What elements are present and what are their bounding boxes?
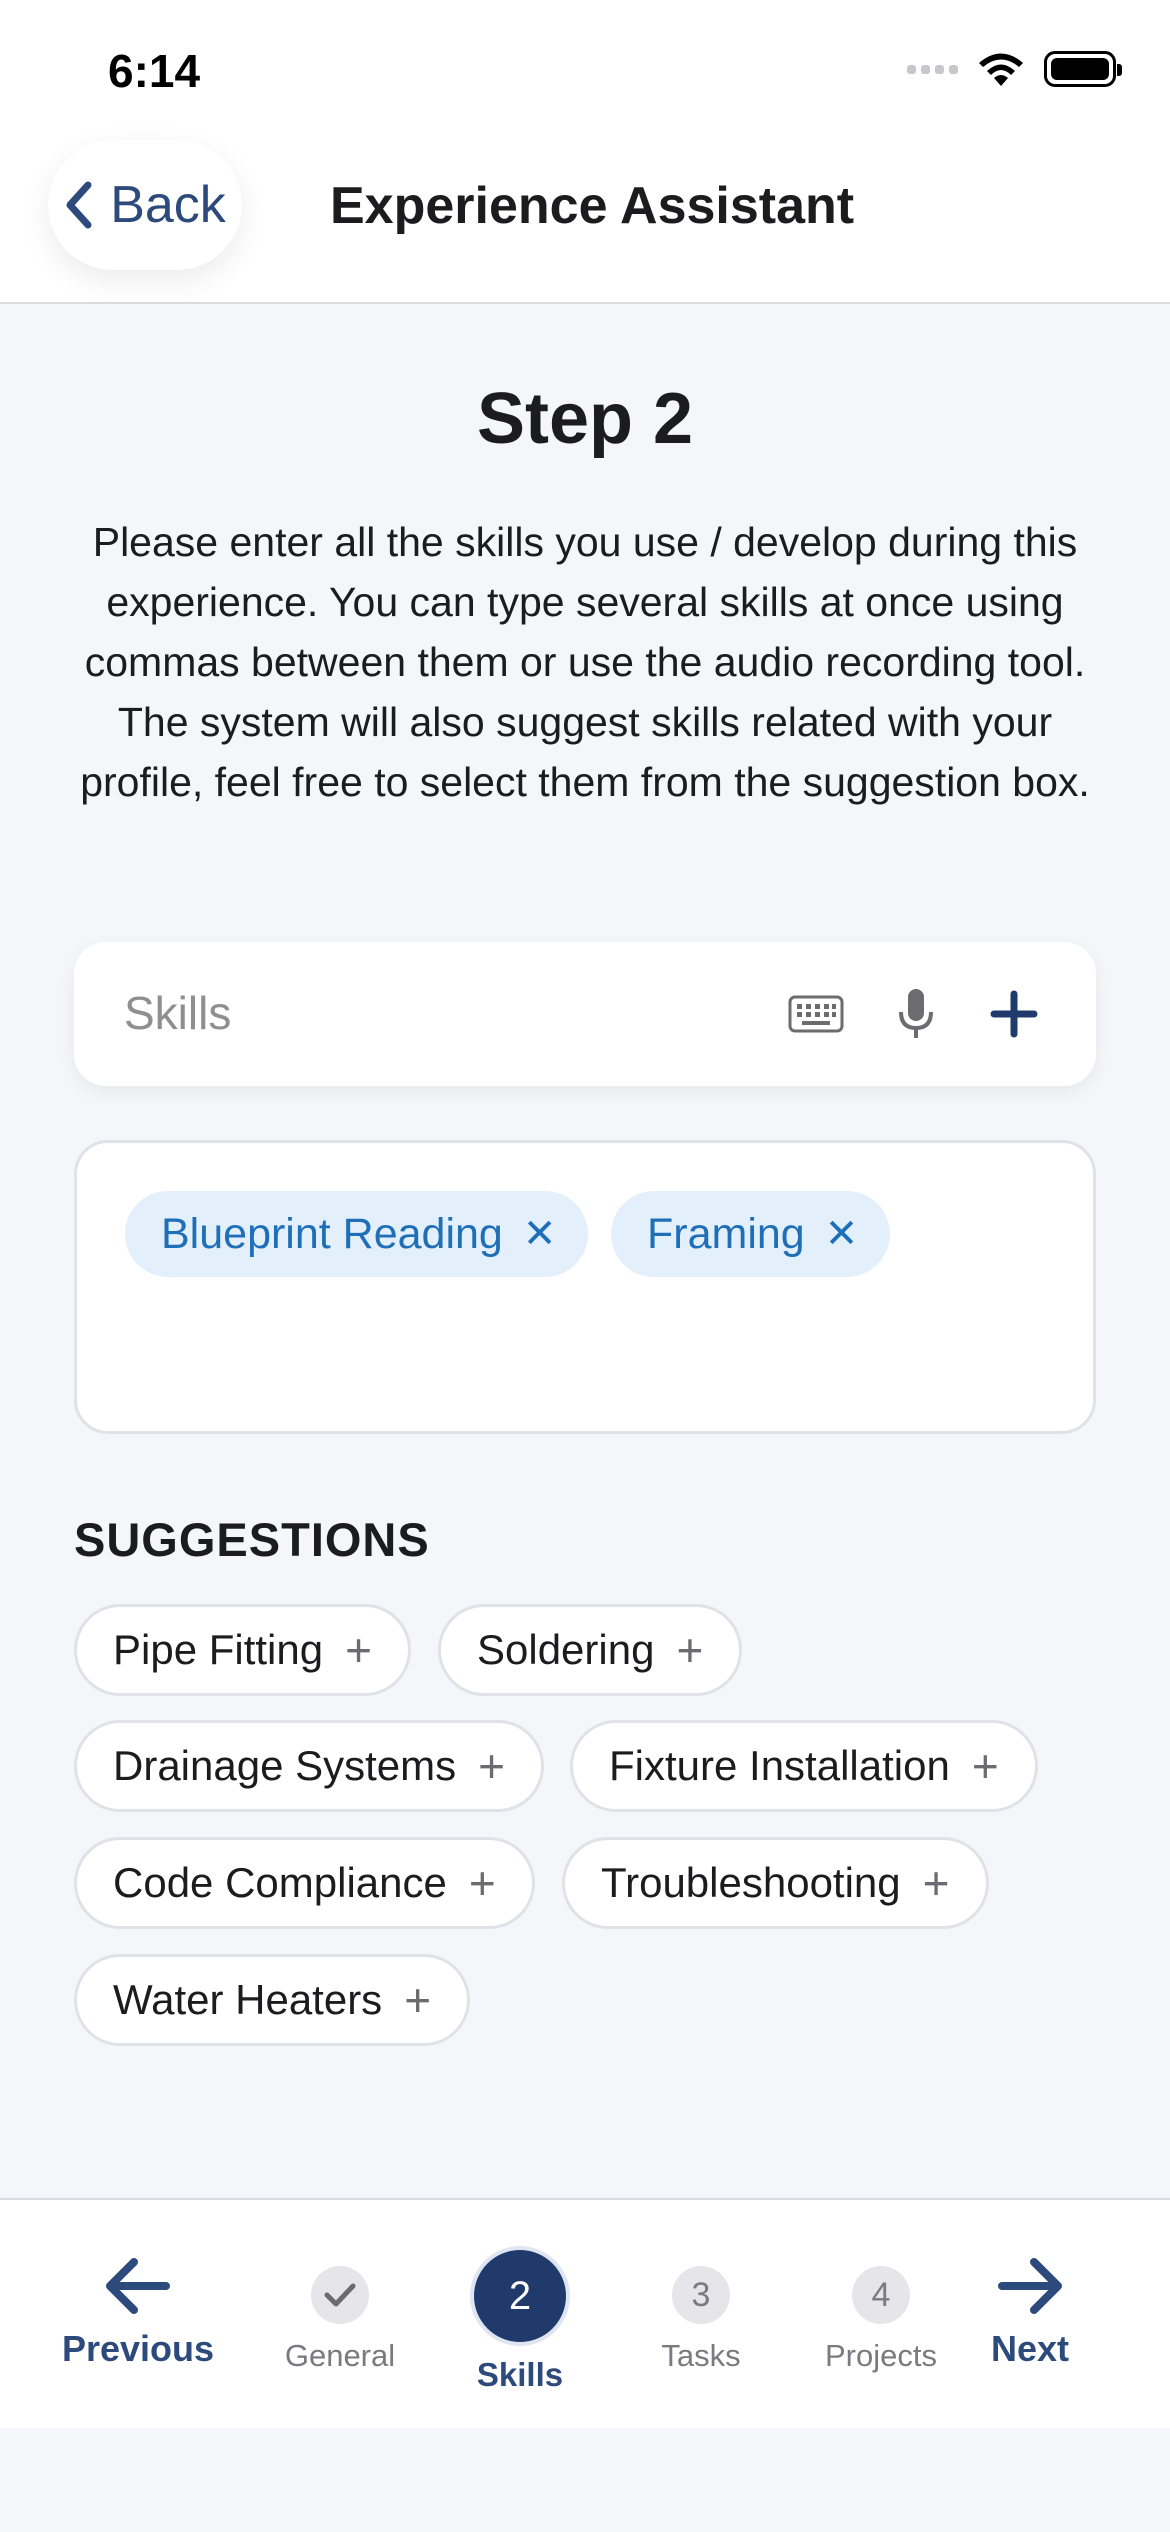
- step-navigation-bar: Previous General 2 Skills 3 Tasks 4 Proj…: [0, 2198, 1170, 2428]
- cellular-signal-icon: [907, 64, 958, 74]
- microphone-icon: [899, 989, 933, 1038]
- suggestion-label: Troubleshooting: [601, 1859, 901, 1906]
- selected-skill-chip: Framing ✕: [611, 1191, 891, 1277]
- suggestion-chip[interactable]: Soldering +: [438, 1604, 743, 1696]
- plus-icon: +: [971, 1740, 999, 1792]
- arrow-left-icon: [106, 2258, 170, 2314]
- skills-input[interactable]: [124, 978, 724, 1048]
- plus-icon: +: [676, 1624, 704, 1676]
- plus-icon: +: [345, 1624, 372, 1676]
- microphone-button[interactable]: [880, 978, 952, 1050]
- selected-skills-box: Blueprint Reading ✕ Framing ✕: [74, 1140, 1096, 1434]
- suggestion-label: Soldering: [477, 1626, 655, 1673]
- navigation-bar: Back Experience Assistant: [0, 140, 1170, 304]
- plus-icon: +: [922, 1857, 950, 1909]
- step-general-circle: [311, 2266, 369, 2324]
- close-icon[interactable]: ✕: [523, 1211, 557, 1257]
- status-bar: 6:14: [0, 0, 1170, 140]
- home-indicator-area: [0, 2428, 1170, 2532]
- step-instructions: Please enter all the skills you use / de…: [80, 519, 1090, 805]
- step-skills-circle: 2: [474, 2250, 566, 2342]
- previous-button[interactable]: Previous: [58, 2256, 218, 2370]
- keyboard-button[interactable]: [780, 978, 852, 1050]
- suggestion-chip[interactable]: Water Heaters +: [74, 1954, 471, 2046]
- status-icons: [907, 50, 1122, 88]
- plus-icon: +: [404, 1974, 432, 2026]
- step-general-label: General: [284, 2338, 396, 2373]
- selected-skill-chip: Blueprint Reading ✕: [125, 1191, 589, 1277]
- wifi-icon: [979, 53, 1023, 86]
- step-tasks-label: Tasks: [661, 2338, 741, 2373]
- step-skills[interactable]: 2 Skills: [450, 2250, 590, 2394]
- step-title: Step 2: [476, 379, 694, 459]
- battery-icon: [1044, 51, 1122, 87]
- suggestion-label: Water Heaters: [113, 1976, 383, 2023]
- chevron-left-icon: [66, 181, 92, 229]
- arrow-right-icon: [998, 2258, 1062, 2314]
- step-skills-label: Skills: [476, 2356, 564, 2393]
- suggestion-label: Pipe Fitting: [113, 1626, 324, 1673]
- plus-icon: [990, 990, 1038, 1038]
- next-button[interactable]: Next: [968, 2256, 1092, 2370]
- step-tasks-circle: 3: [672, 2266, 730, 2324]
- page-title: Experience Assistant: [330, 177, 855, 235]
- suggestion-label: Code Compliance: [113, 1859, 447, 1906]
- suggestion-chip[interactable]: Drainage Systems +: [74, 1720, 545, 1812]
- status-time: 6:14: [108, 45, 201, 97]
- step-projects[interactable]: 4 Projects: [811, 2266, 951, 2374]
- close-icon[interactable]: ✕: [825, 1211, 859, 1257]
- suggestion-chip[interactable]: Pipe Fitting +: [74, 1604, 411, 1696]
- step-projects-label: Projects: [825, 2338, 937, 2373]
- add-skill-button[interactable]: [978, 978, 1050, 1050]
- next-label: Next: [990, 2328, 1070, 2369]
- plus-icon: +: [478, 1740, 506, 1792]
- suggestion-chip[interactable]: Troubleshooting +: [562, 1837, 989, 1929]
- suggestion-label: Fixture Installation: [609, 1742, 950, 1789]
- skills-input-container: [74, 942, 1096, 1086]
- suggestion-chip[interactable]: Code Compliance +: [74, 1837, 535, 1929]
- keyboard-icon: [788, 995, 844, 1033]
- step-tasks[interactable]: 3 Tasks: [631, 2266, 771, 2374]
- suggestions-heading: SUGGESTIONS: [74, 1513, 430, 1566]
- checkmark-icon: [324, 2283, 356, 2307]
- step-projects-circle: 4: [852, 2266, 910, 2324]
- step-general[interactable]: General: [270, 2266, 410, 2374]
- back-label: Back: [110, 176, 226, 234]
- back-button[interactable]: Back: [48, 140, 242, 270]
- suggestion-label: Drainage Systems: [113, 1742, 457, 1789]
- selected-skill-label: Framing: [647, 1209, 805, 1258]
- selected-skill-label: Blueprint Reading: [161, 1209, 503, 1258]
- plus-icon: +: [468, 1857, 496, 1909]
- previous-label: Previous: [61, 2328, 215, 2369]
- suggestion-chip[interactable]: Fixture Installation +: [570, 1720, 1038, 1812]
